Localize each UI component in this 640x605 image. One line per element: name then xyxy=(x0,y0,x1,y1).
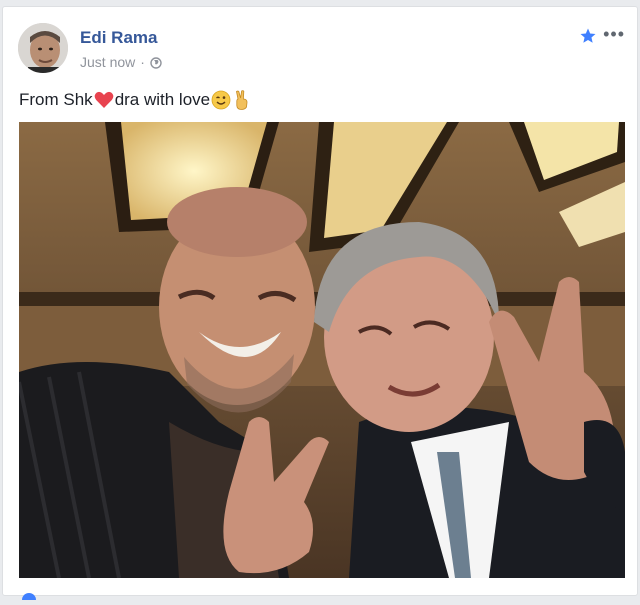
globe-icon[interactable] xyxy=(150,56,162,69)
post-meta: Just now · xyxy=(80,54,162,70)
reaction-partial-icon xyxy=(21,587,37,605)
victory-hand-emoji-icon xyxy=(232,90,252,110)
selfie-image xyxy=(19,122,625,578)
post-text-after: dra with love xyxy=(114,90,211,109)
post-text: From Shk dra with love xyxy=(19,90,252,110)
heart-emoji-icon xyxy=(94,91,114,109)
avatar-photo xyxy=(18,23,68,73)
post-card: Edi Rama Just now · ••• From Shk dra wit… xyxy=(2,6,638,605)
post-header: Edi Rama Just now · ••• xyxy=(17,21,627,77)
star-icon[interactable] xyxy=(579,27,597,45)
post-text-before: From Shk xyxy=(19,90,93,109)
more-options-icon[interactable]: ••• xyxy=(603,24,625,45)
meta-separator: · xyxy=(140,54,145,70)
post-photo[interactable] xyxy=(19,122,625,578)
author-avatar[interactable] xyxy=(18,23,68,73)
wink-emoji-icon xyxy=(211,90,231,110)
timestamp-link[interactable]: Just now xyxy=(80,54,135,70)
author-name-link[interactable]: Edi Rama xyxy=(80,28,157,48)
